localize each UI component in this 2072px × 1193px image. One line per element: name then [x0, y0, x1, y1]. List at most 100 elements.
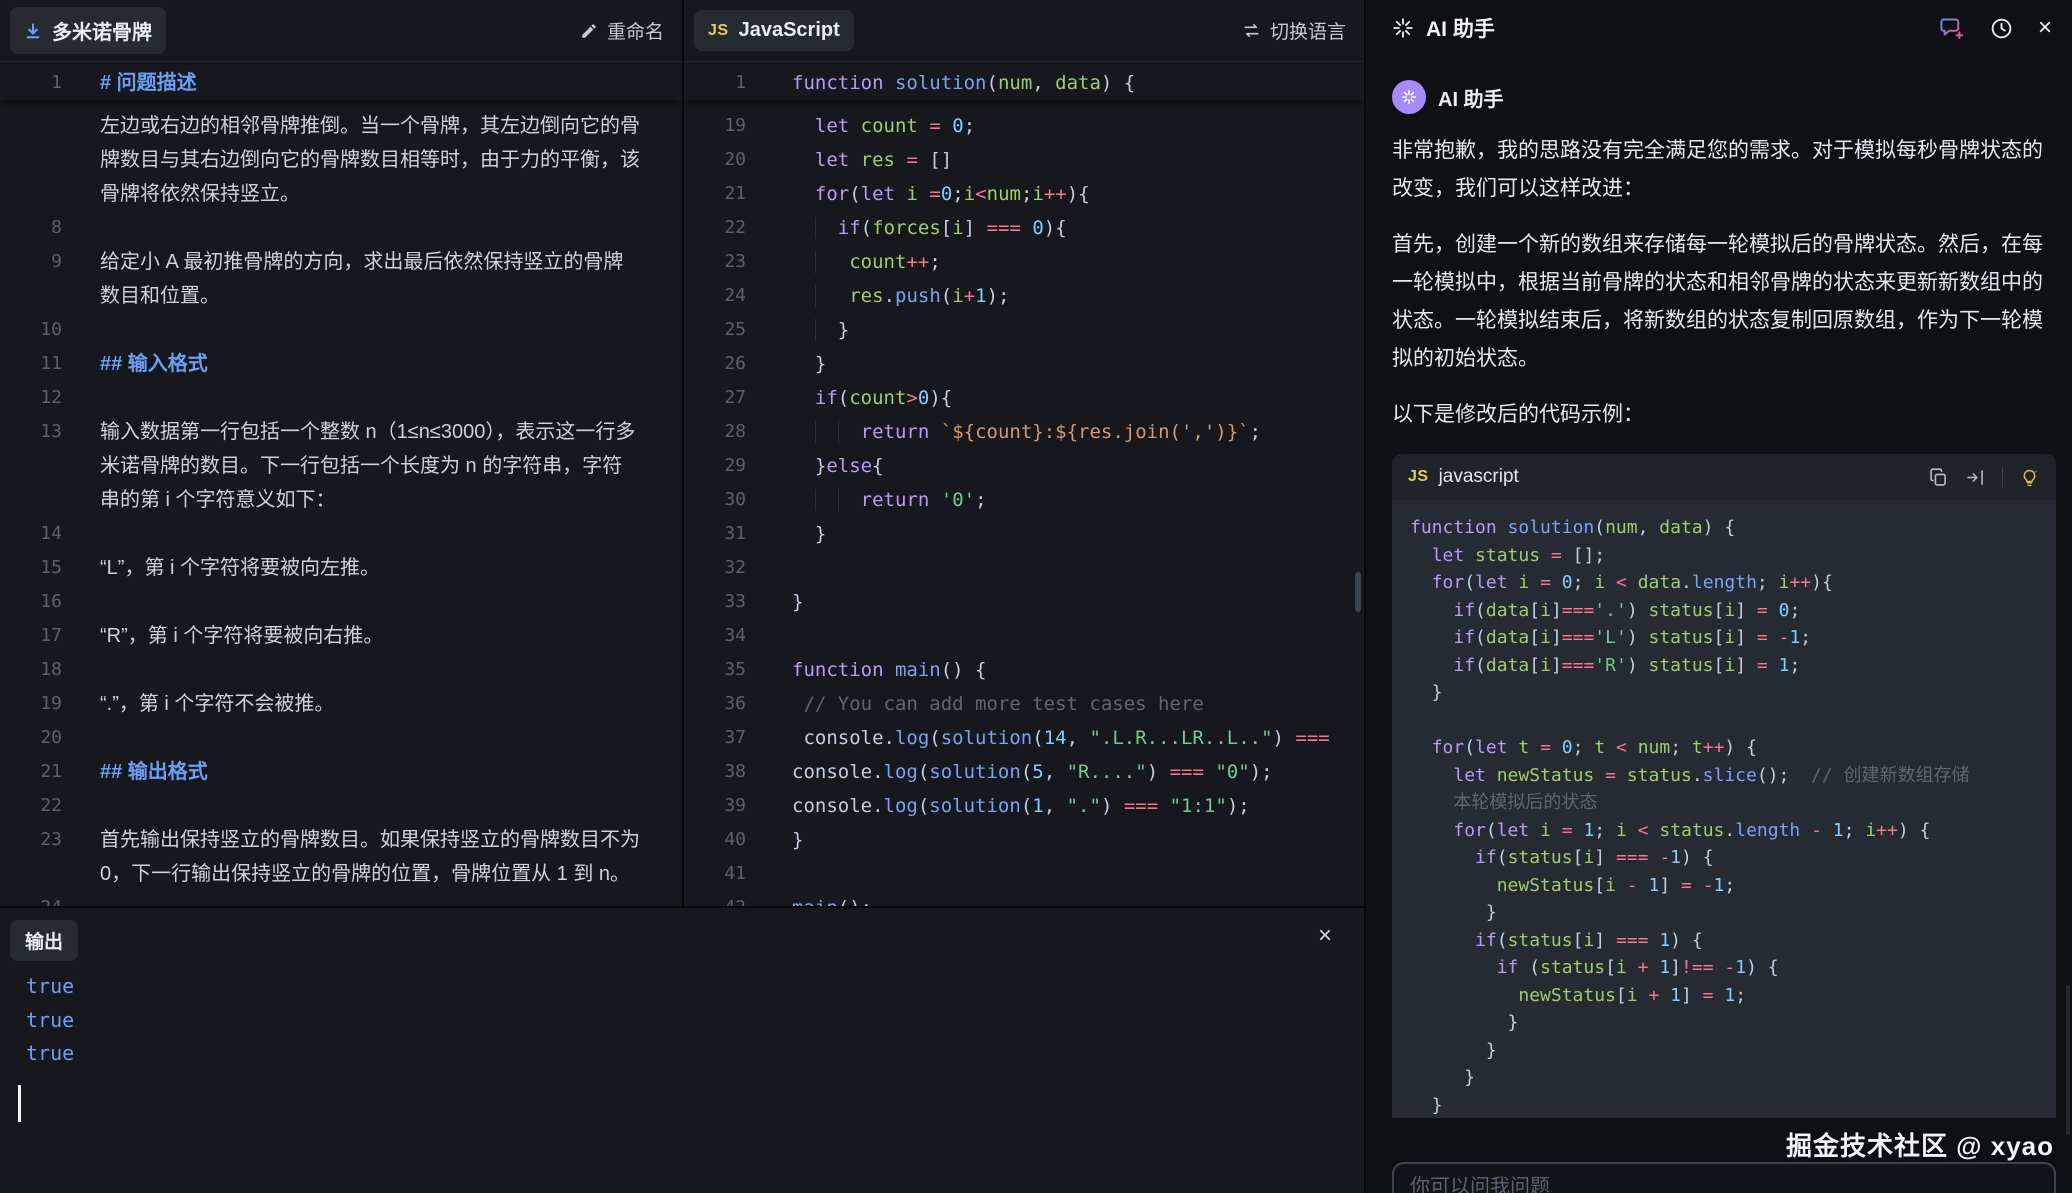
editor-line: 24 res.push(i+1);	[684, 279, 1364, 313]
ai-code-line: }	[1410, 1009, 2038, 1037]
ai-code-lang: JS javascript	[1408, 466, 1519, 488]
editor-line: 30 return '0';	[684, 483, 1364, 517]
new-chat-icon[interactable]	[1938, 15, 1965, 42]
ai-code-line: for(let i = 1; i < status.length - 1; i+…	[1410, 817, 2038, 845]
problem-line: 13输入数据第一行包括一个整数 n（1≤n≤3000），表示这一行多米诺骨牌的数…	[0, 415, 682, 517]
output-line: true	[26, 1004, 74, 1038]
rename-button[interactable]: 重命名	[580, 17, 664, 44]
output-line: true	[26, 970, 74, 1004]
ai-code-actions	[1928, 467, 2040, 488]
community-watermark: 掘金技术社区 @ xyao	[1786, 1126, 2054, 1163]
problem-lines[interactable]: 1# 问题描述左边或右边的相邻骨牌推倒。当一个骨牌，其左边倒向它的骨牌数目与其右…	[0, 62, 682, 906]
sparkle-icon	[1392, 17, 1414, 39]
language-label: JavaScript	[739, 19, 840, 42]
switch-language-label: 切换语言	[1270, 17, 1346, 44]
output-tab[interactable]: 输出	[10, 920, 78, 961]
ai-code-line: function solution(num, data) {	[1410, 514, 2038, 542]
ai-avatar-name: AI 助手	[1438, 83, 1504, 112]
ai-code-line: newStatus[i - 1] = -1;	[1410, 872, 2038, 900]
ask-input-box	[1392, 1162, 2056, 1193]
ai-header: AI 助手 ×	[1366, 0, 2072, 56]
output-lines: truetruetrue	[26, 970, 74, 1071]
ai-panel-title: AI 助手	[1426, 13, 1495, 43]
editor-line: 23 count++;	[684, 245, 1364, 279]
editor-panel: JS JavaScript 切换语言 1function solution(nu…	[684, 0, 1364, 906]
problem-title-chip[interactable]: 多米诺骨牌	[10, 7, 166, 54]
problem-line: 14	[0, 517, 682, 551]
pencil-icon	[580, 22, 598, 40]
editor-line: 36 // You can add more test cases here	[684, 687, 1364, 721]
ai-paragraph: 以下是修改后的代码示例：	[1392, 396, 2056, 434]
ai-conversation: AI 助手 非常抱歉，我的思路没有完全满足您的需求。对于模拟每秒骨牌状态的改变，…	[1366, 56, 2072, 1118]
ai-scrollbar[interactable]	[2066, 985, 2070, 1135]
insert-code-icon[interactable]	[1965, 467, 1986, 488]
problem-line: 11## 输入格式	[0, 347, 682, 381]
problem-header: 多米诺骨牌 重命名	[0, 0, 682, 62]
ai-code-line: if(data[i]==='.') status[i] = 0;	[1410, 597, 2038, 625]
problem-line: 24	[0, 891, 682, 906]
output-line: true	[26, 1037, 74, 1071]
problem-title: 多米诺骨牌	[52, 16, 152, 45]
ai-code-line: if(status[i] === -1) {	[1410, 844, 2038, 872]
ai-code-line: for(let t = 0; t < num; t++) {	[1410, 734, 2038, 762]
output-close-icon[interactable]: ×	[1318, 922, 1332, 950]
ai-code-line: }	[1410, 679, 2038, 707]
js-badge-icon: JS	[708, 22, 729, 40]
ai-code-lines: function solution(num, data) { let statu…	[1392, 500, 2056, 1118]
editor-line: 34	[684, 619, 1364, 653]
problem-line: 18	[0, 653, 682, 687]
editor-line: 28 return `${count}:${res.join(',')}`;	[684, 415, 1364, 449]
editor-lines[interactable]: 1function solution(num, data) {19 let co…	[684, 62, 1364, 906]
editor-line: 26 }	[684, 347, 1364, 381]
editor-line: 41	[684, 857, 1364, 891]
ai-panel: AI 助手 × AI 助手 非常抱歉，我的思路没有完全满足您的需求。对于模拟每秒…	[1366, 0, 2072, 1193]
terminal-caret	[18, 1085, 21, 1122]
editor-line: 35function main() {	[684, 653, 1364, 687]
lightbulb-icon[interactable]	[2019, 467, 2040, 488]
editor-header: JS JavaScript 切换语言	[684, 0, 1364, 62]
ai-code-line: if(data[i]==='L') status[i] = -1;	[1410, 624, 2038, 652]
close-icon[interactable]: ×	[2038, 16, 2052, 40]
problem-line: 15“L”，第 i 个字符将要被向左推。	[0, 551, 682, 585]
copy-icon[interactable]	[1928, 467, 1949, 488]
problem-line: 19“.”，第 i 个字符不会被推。	[0, 687, 682, 721]
editor-line: 27 if(count>0){	[684, 381, 1364, 415]
editor-line: 32	[684, 551, 1364, 585]
ai-code-line: 本轮模拟后的状态	[1410, 789, 2038, 817]
history-icon[interactable]	[1989, 16, 2014, 41]
problem-line: 1# 问题描述	[0, 66, 682, 100]
ai-code-line: }	[1410, 899, 2038, 927]
language-tab[interactable]: JS JavaScript	[694, 10, 854, 51]
editor-line: 20 let res = []	[684, 143, 1364, 177]
editor-line: 31 }	[684, 517, 1364, 551]
editor-line: 22 if(forces[i] === 0){	[684, 211, 1364, 245]
editor-line: 1function solution(num, data) {	[684, 66, 1364, 100]
ai-code-line: if(data[i]==='R') status[i] = 1;	[1410, 652, 2038, 680]
problem-line: 20	[0, 721, 682, 755]
output-title: 输出	[25, 927, 63, 954]
ask-input[interactable]	[1410, 1176, 2038, 1193]
problem-line: 16	[0, 585, 682, 619]
rename-label: 重命名	[607, 17, 664, 44]
problem-line: 23首先输出保持竖立的骨牌数目。如果保持竖立的骨牌数目不为 0，下一行输出保持竖…	[0, 823, 682, 891]
ai-code-block: JS javascript function solution(nu	[1392, 454, 2056, 1118]
editor-scrollbar[interactable]	[1355, 572, 1361, 612]
editor-line: 38console.log(solution(5, "R....") === "…	[684, 755, 1364, 789]
ai-code-line	[1410, 707, 2038, 735]
problem-line: 10	[0, 313, 682, 347]
problem-line: 17“R”，第 i 个字符将要被向右推。	[0, 619, 682, 653]
ai-code-line: }	[1410, 1037, 2038, 1065]
problem-line: 21## 输出格式	[0, 755, 682, 789]
editor-line: 25 }	[684, 313, 1364, 347]
editor-line: 37 console.log(solution(14, ".L.R...LR..…	[684, 721, 1364, 755]
switch-language-button[interactable]: 切换语言	[1242, 17, 1346, 44]
editor-line: 29 }else{	[684, 449, 1364, 483]
ai-title-row: AI 助手	[1392, 13, 1495, 43]
ai-code-lang-label: javascript	[1439, 466, 1519, 488]
ai-code-line: }	[1410, 1092, 2038, 1119]
ai-header-icons: ×	[1938, 15, 2052, 42]
js-badge-icon: JS	[1408, 468, 1429, 486]
ai-code-header: JS javascript	[1392, 454, 2056, 500]
ai-code-line: let newStatus = status.slice(); // 创建新数组…	[1410, 762, 2038, 790]
editor-line: 40}	[684, 823, 1364, 857]
